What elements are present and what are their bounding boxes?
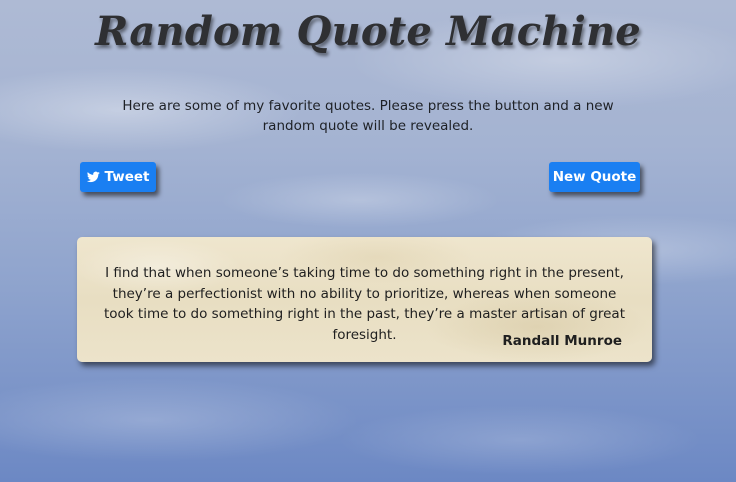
new-quote-button[interactable]: New Quote xyxy=(549,162,640,192)
twitter-bird-icon xyxy=(86,171,100,183)
new-quote-button-label: New Quote xyxy=(552,169,637,185)
intro-text: Here are some of my favorite quotes. Ple… xyxy=(122,98,614,134)
page-title: Random Quote Machine xyxy=(95,8,641,55)
tweet-button-label: Tweet xyxy=(104,169,150,185)
tweet-button[interactable]: Tweet xyxy=(80,162,156,192)
quote-box: I find that when someone’s taking time t… xyxy=(77,237,652,362)
quote-author: Randall Munroe xyxy=(502,333,622,349)
